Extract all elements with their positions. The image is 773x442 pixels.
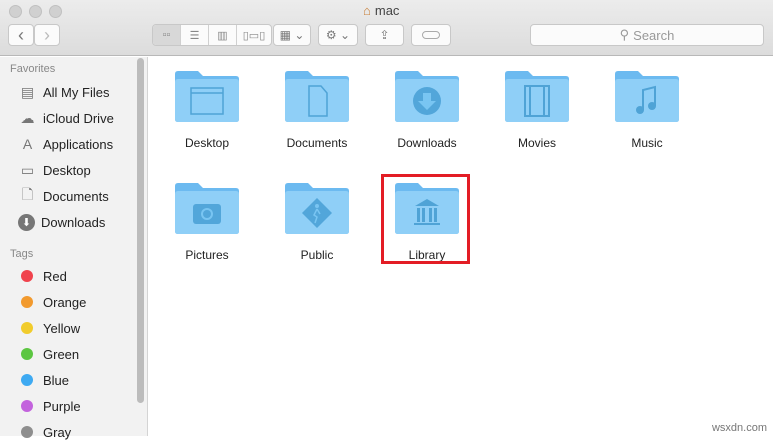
tag-dot-icon [21, 322, 33, 334]
folder-pictures[interactable]: Pictures [157, 180, 257, 262]
sidebar-item-downloads[interactable]: ⬇ Downloads [18, 212, 105, 232]
share-button[interactable]: ⇪ [365, 24, 404, 46]
tag-dot-icon [21, 400, 33, 412]
watermark: wsxdn.com [711, 422, 767, 434]
tags-header: Tags [10, 248, 34, 260]
back-button[interactable]: ‹ [8, 24, 34, 46]
folder-public[interactable]: Public [267, 180, 367, 262]
cover-flow-button[interactable]: ▯▭▯ [237, 25, 271, 45]
folder-label: Movies [517, 136, 556, 150]
home-icon: ⌂ [363, 3, 371, 18]
tag-dot-icon [21, 296, 33, 308]
sidebar-tag-green[interactable]: Green [18, 344, 79, 364]
highlight-box [381, 174, 470, 264]
folder-label: Public [300, 248, 334, 262]
folder-downloads[interactable]: Downloads [377, 68, 477, 150]
favorites-header: Favorites [10, 63, 56, 75]
forward-button[interactable]: › [34, 24, 60, 46]
action-button[interactable]: ⚙ ⌄ [318, 24, 358, 46]
folder-label: Desktop [184, 136, 230, 150]
arrange-button[interactable]: ▦ ⌄ [273, 24, 311, 46]
title-bar: ⌂ mac ‹ › ▫▫ ☰ ▥ ▯▭▯ ▦ ⌄ ⚙ ⌄ ⇪ ⚲ Search [0, 0, 773, 56]
zoom-button[interactable] [49, 5, 62, 18]
folder-icon [615, 71, 679, 122]
folder-icon [505, 71, 569, 122]
sidebar-scrollbar[interactable] [137, 58, 144, 403]
search-icon: ⚲ [619, 27, 630, 42]
window-title: ⌂ mac [363, 3, 400, 18]
column-view-button[interactable]: ▥ [209, 25, 237, 45]
close-button[interactable] [9, 5, 22, 18]
folder-icon [285, 183, 349, 234]
documents-icon: 🗋 [21, 186, 34, 202]
cloud-icon: ☁ [20, 109, 35, 126]
folder-label: Music [631, 136, 663, 150]
tag-dot-icon [21, 348, 33, 360]
download-icon: ⬇ [18, 213, 35, 231]
folder-label: Pictures [185, 248, 229, 262]
folder-label: Downloads [397, 136, 457, 150]
sidebar-tag-orange[interactable]: Orange [18, 292, 86, 312]
sidebar-item-icloud-drive[interactable]: ☁ iCloud Drive [18, 108, 114, 128]
folder-music[interactable]: Music [597, 68, 697, 150]
tag-dot-icon [21, 426, 33, 438]
sidebar-tag-red[interactable]: Red [18, 266, 67, 286]
sidebar-tag-yellow[interactable]: Yellow [18, 318, 80, 338]
applications-icon: A [22, 136, 33, 152]
folder-icon [175, 71, 239, 122]
sidebar-tag-gray[interactable]: Gray [18, 422, 71, 442]
tag-icon [422, 31, 440, 39]
desktop-icon: ▭ [20, 161, 35, 178]
sidebar-item-desktop[interactable]: ▭ Desktop [18, 160, 91, 180]
folder-documents[interactable]: Documents [267, 68, 367, 150]
folder-desktop[interactable]: Desktop [157, 68, 257, 150]
chevron-down-icon: ⌄ [340, 28, 351, 42]
tags-button[interactable] [411, 24, 451, 46]
sidebar-tag-purple[interactable]: Purple [18, 396, 81, 416]
sidebar: Favorites ▤ All My Files ☁ iCloud Drive AA… [0, 57, 148, 440]
sidebar-tag-blue[interactable]: Blue [18, 370, 69, 390]
folder-label: Documents [286, 136, 348, 150]
gear-icon: ⚙ [325, 28, 337, 42]
folder-movies[interactable]: Movies [487, 68, 587, 150]
icon-view-button[interactable]: ▫▫ [153, 25, 181, 45]
tag-dot-icon [21, 270, 33, 282]
grid-icon: ▦ [279, 28, 291, 42]
sidebar-item-documents[interactable]: 🗋 Documents [18, 186, 109, 206]
folder-icon [395, 71, 459, 122]
chevron-down-icon: ⌄ [294, 28, 305, 42]
list-view-button[interactable]: ☰ [181, 25, 209, 45]
sidebar-item-applications[interactable]: A Applications [18, 134, 113, 154]
all-files-icon: ▤ [20, 83, 35, 100]
share-icon: ⇪ [379, 28, 390, 42]
minimize-button[interactable] [29, 5, 42, 18]
view-mode-segment: ▫▫ ☰ ▥ ▯▭▯ [152, 24, 272, 46]
folder-icon [175, 183, 239, 234]
search-input[interactable]: ⚲ Search [530, 24, 764, 46]
sidebar-item-all-my-files[interactable]: ▤ All My Files [18, 82, 110, 102]
tag-dot-icon [21, 374, 33, 386]
folder-icon [285, 71, 349, 122]
